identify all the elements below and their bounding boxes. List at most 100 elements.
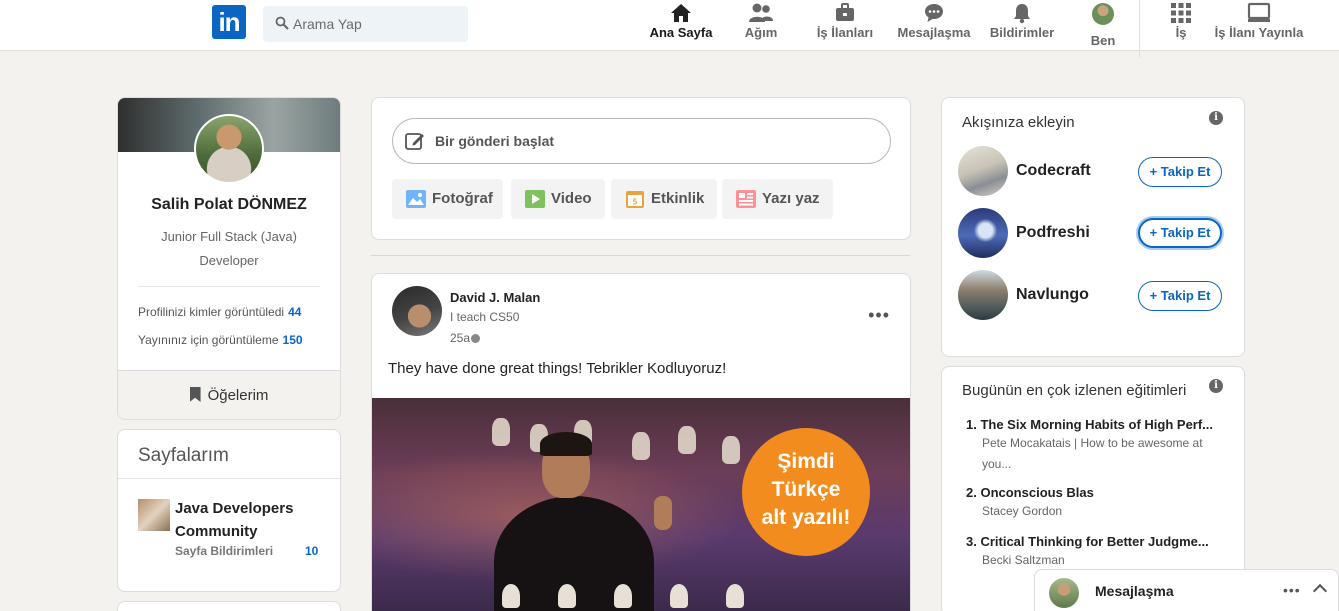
post-views-stat[interactable]: Yayınınız için görüntüleme 150	[138, 333, 303, 347]
profile-name[interactable]: Salih Polat DÖNMEZ	[118, 196, 340, 214]
course-subtitle: Stacey Gordon	[982, 504, 1063, 518]
course-item-1[interactable]: 1. The Six Morning Habits of High Perf..…	[966, 417, 1232, 475]
bell-icon	[1014, 4, 1030, 24]
page-name[interactable]: Java Developers Community	[175, 497, 305, 543]
add-to-feed-card: Akışınıza ekleyin i Codecraft + Takip Et…	[941, 97, 1245, 357]
course-title: 3. Critical Thinking for Better Judgme..…	[966, 534, 1209, 549]
search-box[interactable]	[263, 6, 468, 42]
share-box: Bir gönderi başlat Fotoğraf Video 5 Etki…	[371, 97, 911, 240]
podfreshi-avatar[interactable]	[958, 208, 1008, 258]
my-pages-card: Sayfalarım Java Developers Community Say…	[117, 429, 341, 592]
divider	[118, 478, 340, 479]
post-author-name[interactable]: David J. Malan	[450, 290, 540, 305]
profile-avatar[interactable]	[194, 114, 264, 184]
podfreshi-name[interactable]: Podfreshi	[1016, 224, 1090, 242]
briefcase-icon	[836, 3, 854, 21]
my-items-link[interactable]: Öğelerim	[118, 370, 340, 419]
photo-label: Fotoğraf	[432, 190, 493, 207]
stage-lights	[482, 418, 762, 478]
floor-lights	[502, 584, 802, 611]
profile-headline: Junior Full Stack (Java) Developer	[148, 225, 310, 273]
nav-home[interactable]: Ana Sayfa	[648, 2, 714, 48]
nav-jobs[interactable]: İş İlanları	[814, 2, 876, 48]
follow-navlungo-button[interactable]: + Takip Et	[1138, 281, 1222, 311]
write-article-button[interactable]: Yazı yaz	[722, 179, 833, 219]
grid-icon	[1171, 3, 1191, 23]
course-item-2[interactable]: 2. Onconscious Blas Stacey Gordon	[966, 485, 1232, 522]
start-post-button[interactable]: Bir gönderi başlat	[392, 118, 891, 164]
linkedin-logo[interactable]: in	[212, 5, 246, 39]
nav-notifications[interactable]: Bildirimler	[988, 2, 1056, 48]
messaging-icon	[925, 4, 943, 22]
page-notifications-label[interactable]: Sayfa Bildirimleri	[175, 544, 273, 558]
chevron-up-icon[interactable]	[1312, 583, 1328, 599]
nav-post-job[interactable]: İş İlanı Yayınla	[1212, 2, 1306, 48]
nav-work[interactable]: İş	[1166, 2, 1196, 48]
navlungo-name[interactable]: Navlungo	[1016, 286, 1089, 304]
follow-podfreshi-button[interactable]: + Takip Et	[1138, 218, 1222, 248]
top-courses-title: Bugünün en çok izlenen eğitimleri	[962, 382, 1187, 399]
post-image[interactable]: Şimdi Türkçe alt yazılı!	[372, 398, 910, 611]
article-icon	[736, 190, 756, 208]
follow-codecraft-button[interactable]: + Takip Et	[1138, 157, 1222, 187]
profile-card: Salih Polat DÖNMEZ Junior Full Stack (Ja…	[117, 97, 341, 420]
video-label: Video	[551, 190, 592, 207]
video-button[interactable]: Video	[511, 179, 605, 219]
post-more-icon[interactable]: •••	[868, 306, 890, 324]
nav-messaging[interactable]: Mesajlaşma	[896, 2, 972, 48]
navlungo-avatar[interactable]	[958, 270, 1008, 320]
speaker-hand	[654, 496, 672, 530]
speaker-hair	[540, 432, 592, 456]
network-icon	[749, 3, 773, 22]
pencil-icon	[405, 133, 424, 150]
left-next-card	[117, 601, 341, 611]
nav-separator	[1139, 0, 1140, 58]
search-icon	[275, 16, 289, 30]
nav-network[interactable]: Ağım	[740, 2, 782, 48]
codecraft-avatar[interactable]	[958, 146, 1008, 196]
page-notifications-count: 10	[305, 544, 319, 558]
nav-me[interactable]: Ben	[1086, 3, 1120, 49]
start-post-label: Bir gönderi başlat	[435, 133, 555, 149]
search-input[interactable]	[293, 6, 463, 42]
nav-notifications-label: Bildirimler	[989, 25, 1055, 40]
codecraft-name[interactable]: Codecraft	[1016, 162, 1091, 180]
write-article-label: Yazı yaz	[762, 190, 820, 207]
info-icon[interactable]: i	[1209, 379, 1223, 393]
nav-post-job-label: İş İlanı Yayınla	[1214, 25, 1304, 40]
badge-line1: Şimdi	[777, 450, 835, 473]
event-button[interactable]: 5 Etkinlik	[611, 179, 717, 219]
post-timestamp: 25a	[450, 331, 481, 345]
course-item-3[interactable]: 3. Critical Thinking for Better Judgme..…	[966, 534, 1232, 571]
calendar-icon: 5	[626, 191, 644, 208]
course-subtitle: Pete Mocakatais | How to be awesome at y…	[982, 436, 1203, 471]
messaging-more-icon[interactable]: •••	[1283, 582, 1301, 598]
profile-views-count: 44	[288, 305, 302, 319]
messaging-bar[interactable]: Mesajlaşma •••	[1034, 569, 1339, 611]
top-nav: in Ana Sayfa Ağım İş İlanları Mesajlaşma…	[0, 0, 1339, 58]
nav-network-label: Ağım	[744, 25, 778, 40]
nav-jobs-label: İş İlanları	[816, 25, 874, 40]
badge-line3: alt yazılı!	[761, 506, 851, 529]
course-title: 2. Onconscious Blas	[966, 485, 1094, 500]
photo-icon	[406, 190, 426, 208]
post-author-avatar[interactable]	[392, 286, 442, 336]
page-logo[interactable]	[138, 499, 170, 531]
globe-icon	[471, 334, 481, 343]
subtitle-badge: Şimdi Türkçe alt yazılı!	[742, 428, 870, 556]
info-icon[interactable]: i	[1209, 111, 1223, 125]
course-subtitle: Becki Saltzman	[982, 553, 1065, 567]
profile-views-stat[interactable]: Profilinizi kimler görüntüledi 44	[138, 305, 301, 319]
profile-headline-line1: Junior Full Stack (Java)	[161, 229, 297, 244]
avatar	[1049, 578, 1079, 608]
post-author-headline: I teach CS50	[450, 310, 520, 324]
post-text: They have done great things! Tebrikler K…	[388, 360, 727, 377]
bookmark-icon	[189, 387, 201, 402]
my-pages-title: Sayfalarım	[138, 445, 229, 466]
home-icon	[671, 4, 691, 22]
my-items-label: Öğelerim	[207, 387, 269, 404]
video-icon	[525, 190, 545, 208]
post-views-count: 150	[282, 333, 303, 347]
photo-button[interactable]: Fotoğraf	[392, 179, 503, 219]
feed-divider	[371, 255, 910, 256]
